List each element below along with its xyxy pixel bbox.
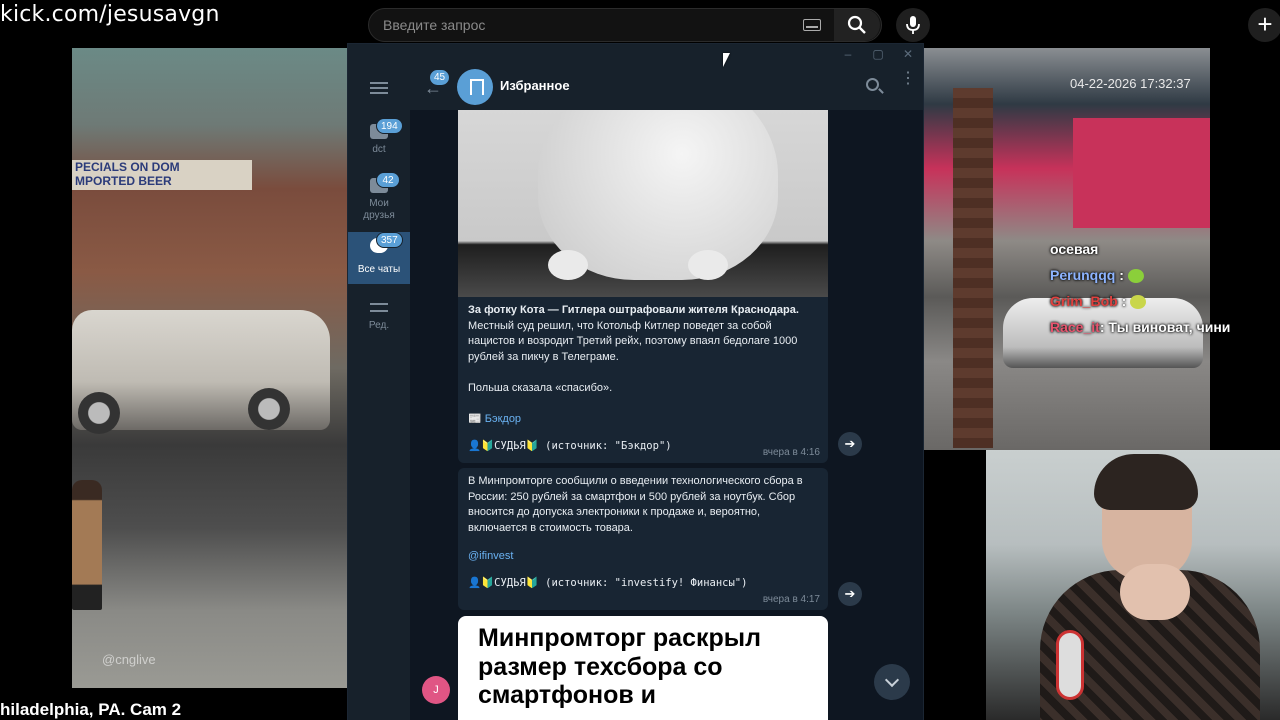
cat-paw: [688, 250, 728, 280]
message-signature: 👤🔰СУДЬЯ🔰 (источник: "investify! Финансы"…: [468, 577, 748, 589]
scroll-down-button[interactable]: [874, 664, 910, 700]
folder-sidebar: 194 dct 42 Мои друзья 357 Все чаты Ред.: [348, 64, 410, 720]
source-link[interactable]: @ifinvest: [468, 550, 818, 562]
forward-icon[interactable]: ➔: [838, 432, 862, 456]
unread-badge: 194: [376, 118, 403, 134]
bookmark-icon[interactable]: [457, 69, 493, 105]
close-icon[interactable]: ✕: [900, 46, 916, 62]
folder-dct[interactable]: 194 dct: [348, 118, 410, 170]
folder-all-chats[interactable]: 357 Все чаты: [348, 232, 410, 284]
search-box[interactable]: [368, 8, 882, 42]
cat-paw: [548, 250, 588, 280]
maximize-icon[interactable]: ▢: [870, 46, 886, 62]
suv-vehicle: [72, 310, 330, 434]
pink-building: [1073, 118, 1210, 228]
news-card-image[interactable]: Минпромторг раскрыл размер техсбора со с…: [458, 616, 828, 720]
message-headline: За фотку Кота — Гитлера оштрафовали жите…: [468, 304, 799, 316]
message-body: Местный суд решил, что Котольф Китлер по…: [468, 319, 798, 363]
chat-line: Grim_Bob :: [1050, 288, 1280, 314]
search-icon[interactable]: [866, 78, 879, 91]
chat-title[interactable]: Избранное: [500, 78, 570, 93]
streamer-hand: [1120, 564, 1190, 620]
folder-edit[interactable]: Ред.: [348, 294, 410, 346]
folder-friends[interactable]: 42 Мои друзья: [348, 172, 410, 224]
telegram-window[interactable]: – ▢ ✕ 194 dct 42 Мои друзья 357 Все чаты: [347, 43, 924, 720]
streamer-webcam: [986, 450, 1280, 720]
chat-text: осевая: [1050, 241, 1099, 257]
folder-label: Мои друзья: [363, 198, 395, 221]
screen: kick.com/jesusavgn + PECIALS ON DOM MPOR…: [0, 0, 1280, 720]
store-sign: PECIALS ON DOM MPORTED BEER: [72, 160, 252, 190]
message-time: вчера в 4:17: [762, 594, 820, 605]
more-vertical-icon[interactable]: ⋮: [900, 71, 916, 87]
folder-label: dct: [372, 144, 386, 155]
unread-badge: 357: [376, 232, 403, 248]
chat-line: осевая: [1050, 236, 1280, 262]
wheel: [248, 388, 290, 430]
cam-timestamp: 04-22-2026 17:32:37: [1070, 76, 1191, 91]
cam-caption: hiladelphia, PA. Cam 2: [0, 700, 182, 719]
sliders-icon: [370, 300, 388, 314]
forward-icon[interactable]: ➔: [838, 582, 862, 606]
emote-icon: [1127, 269, 1144, 284]
wheel: [78, 392, 120, 434]
street-cam-left: PECIALS ON DOM MPORTED BEER @cnglive: [72, 48, 347, 688]
mouse-cursor-icon: [723, 53, 730, 67]
brick-pillar: [953, 88, 993, 448]
message-text: За фотку Кота — Гитлера оштрафовали жите…: [468, 303, 818, 412]
message-bubble[interactable]: За фотку Кота — Гитлера оштрафовали жите…: [458, 297, 828, 463]
create-button[interactable]: +: [1248, 8, 1280, 42]
microphone: [1056, 630, 1084, 700]
pedestrian: [72, 480, 102, 610]
chat-username: Perunqqq: [1050, 267, 1116, 283]
streamer-hair: [1094, 454, 1198, 510]
folder-label: Ред.: [368, 320, 390, 331]
message-body: В Минпромторге сообщили о введении техно…: [468, 475, 803, 534]
unread-badge: 45: [430, 70, 450, 85]
keyboard-icon[interactable]: [803, 19, 821, 31]
chat-line: Race_it: Ты виноват, чини: [1050, 314, 1280, 340]
message-bubble[interactable]: В Минпромторге сообщили о введении техно…: [458, 468, 828, 610]
folder-label: Все чаты: [357, 264, 401, 275]
unread-badge: 42: [376, 172, 400, 188]
sender-avatar[interactable]: J: [422, 676, 450, 704]
minimize-icon[interactable]: –: [840, 46, 856, 62]
chat-username: Race_it: [1050, 319, 1100, 335]
cat-photo[interactable]: [458, 110, 828, 297]
search-button[interactable]: [834, 9, 880, 41]
stream-chat-overlay: осевая Perunqqq : Grim_Bob : Race_it: Ты…: [1050, 236, 1280, 340]
message-extra: Польша сказала «спасибо».: [468, 381, 613, 394]
window-titlebar[interactable]: – ▢ ✕: [348, 44, 923, 64]
chat-text: :: [1119, 267, 1124, 283]
channel-url[interactable]: kick.com/jesusavgn: [0, 2, 220, 27]
chat-text: : Ты виноват, чини: [1099, 319, 1231, 335]
chat-header: ← 45 Избранное ⋮: [410, 64, 923, 110]
news-card-text: Минпромторг раскрыл размер техсбора со с…: [478, 624, 762, 709]
voice-search-button[interactable]: [896, 8, 930, 42]
microphone-icon: [906, 16, 920, 34]
search-icon: [847, 15, 866, 34]
chat-line: Perunqqq :: [1050, 262, 1280, 288]
message-time: вчера в 4:16: [762, 447, 820, 458]
message-list[interactable]: За фотку Кота — Гитлера оштрафовали жите…: [410, 110, 923, 720]
chat-text: :: [1121, 293, 1127, 309]
cam-watermark: @cnglive: [102, 652, 156, 667]
menu-icon[interactable]: [370, 82, 388, 94]
chat-username: Grim_Bob: [1050, 293, 1118, 309]
emote-icon: [1130, 295, 1147, 310]
search-input[interactable]: [369, 9, 809, 41]
source-link[interactable]: 📰 Бэкдор: [468, 412, 818, 425]
